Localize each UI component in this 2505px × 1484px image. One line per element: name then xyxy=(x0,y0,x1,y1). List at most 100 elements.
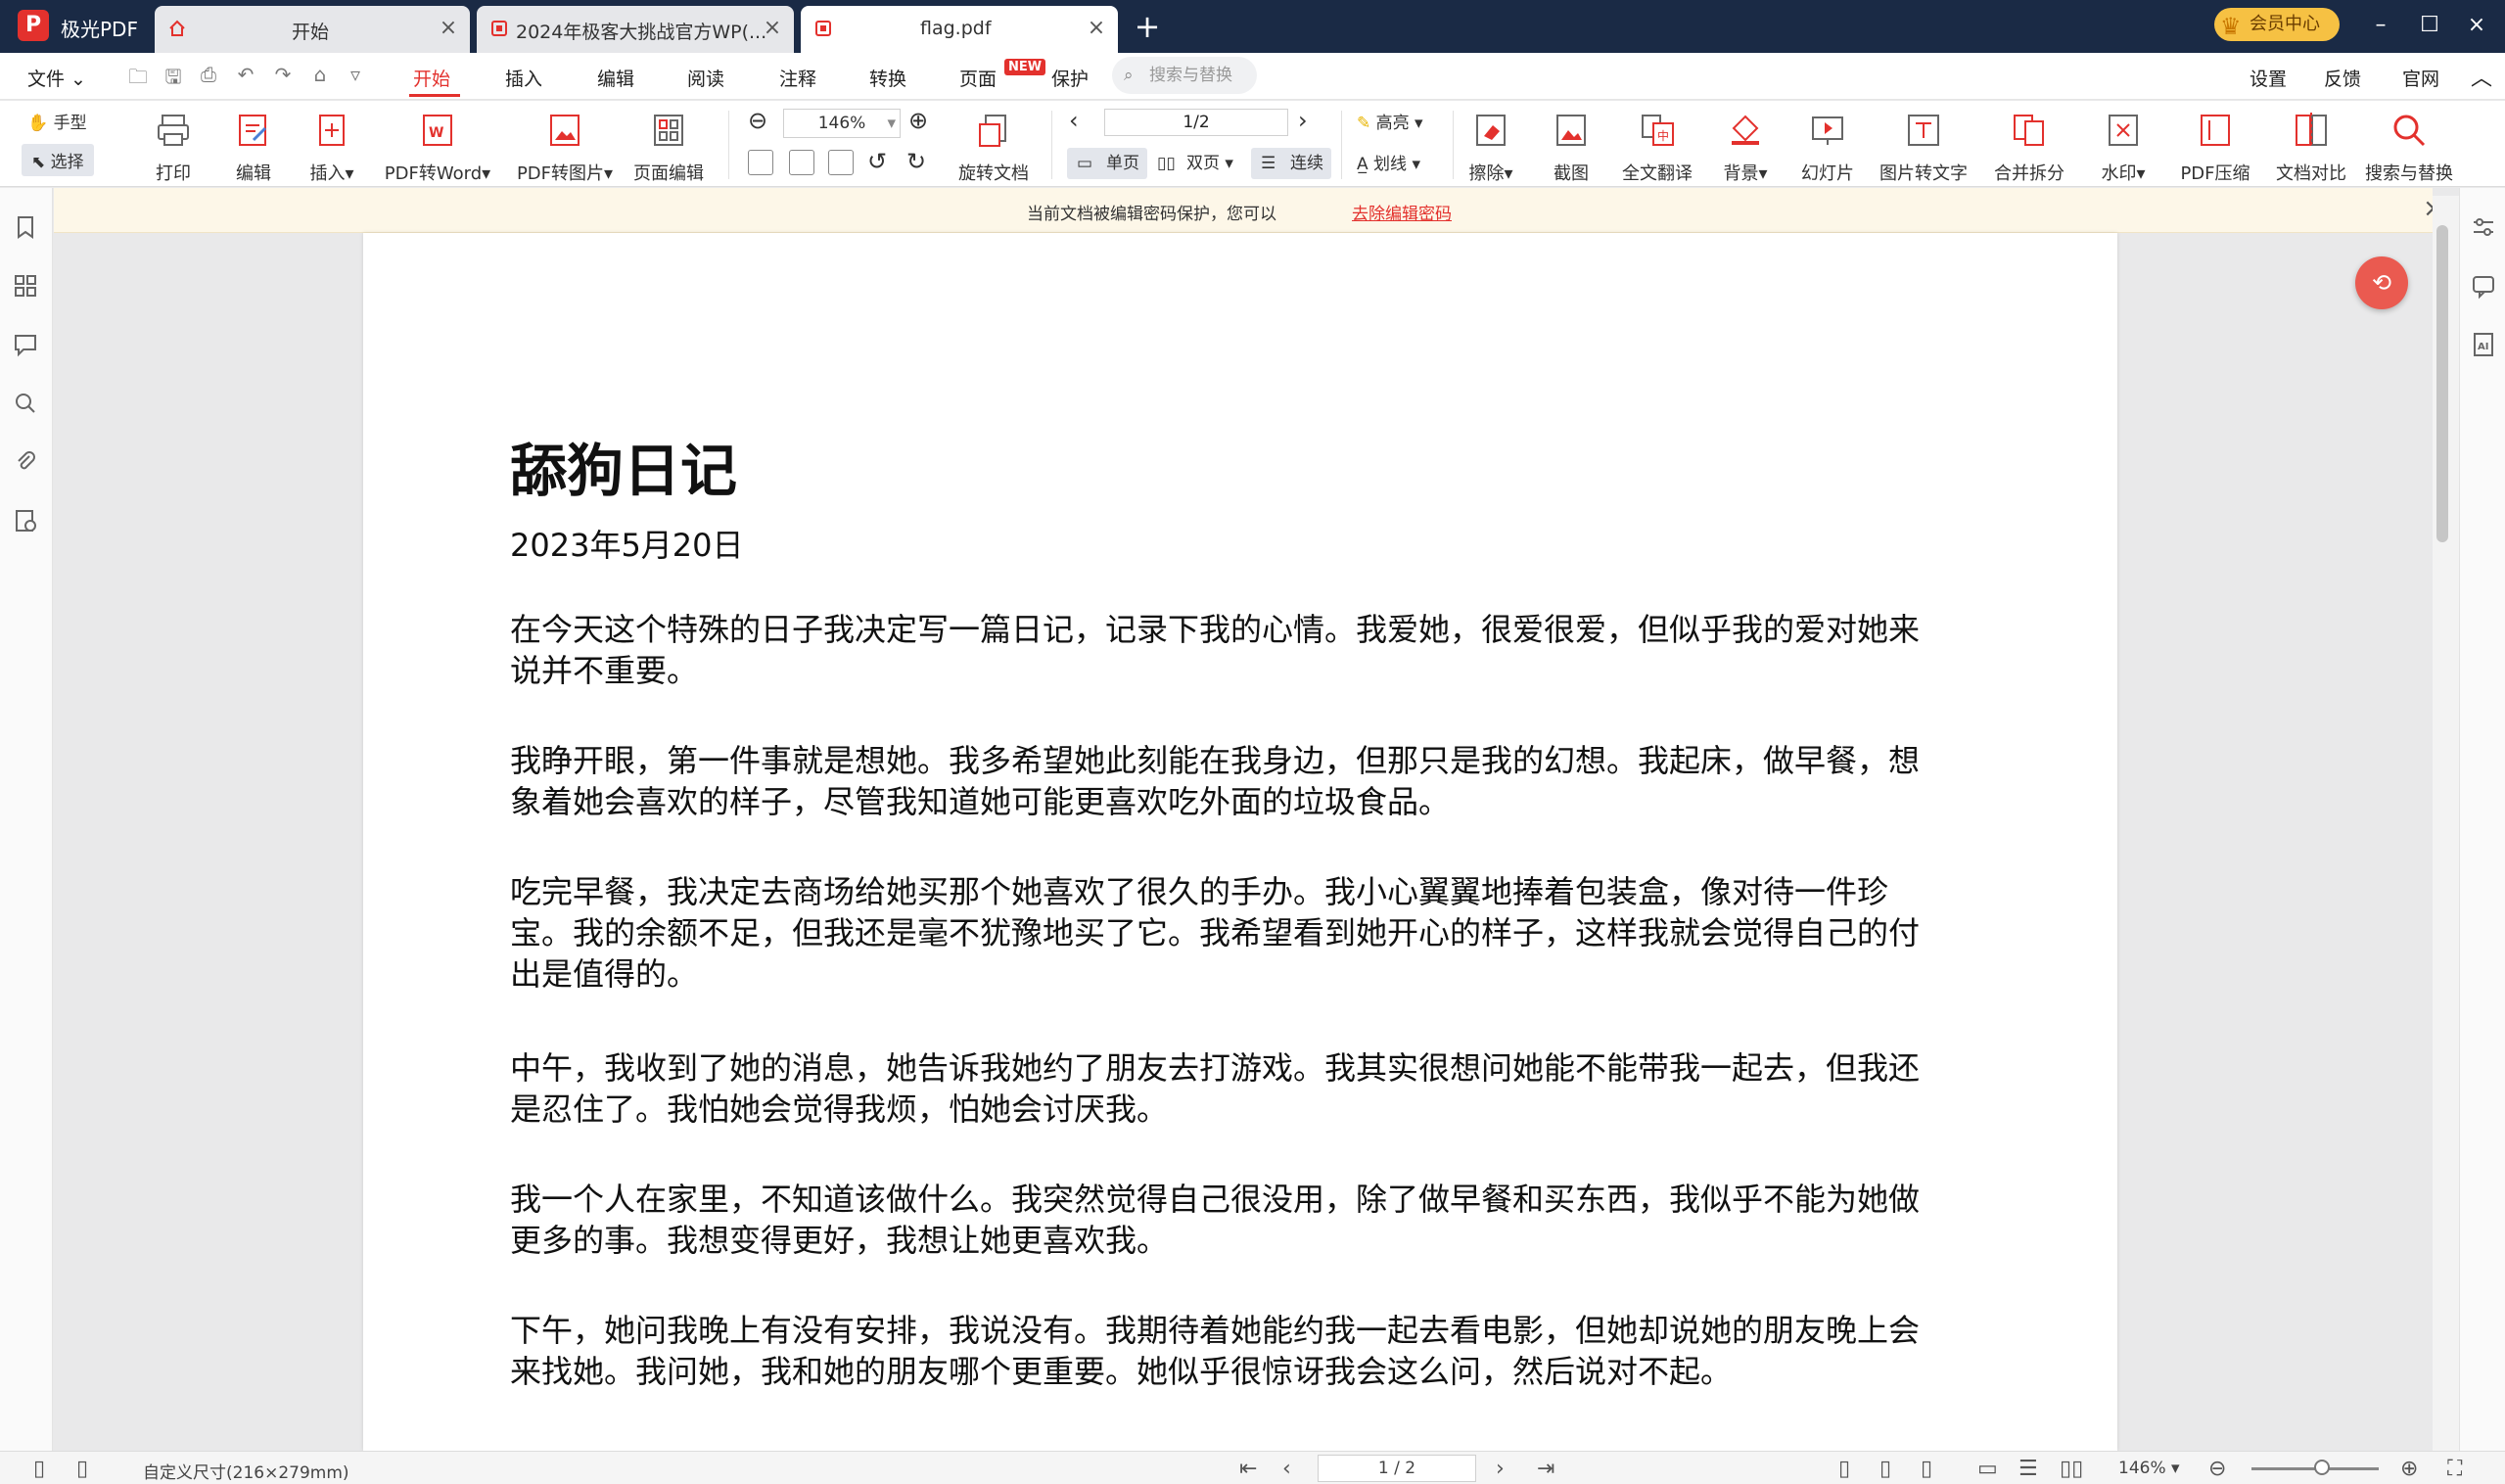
page-icon[interactable]: ▯ xyxy=(76,1457,88,1481)
menu-convert[interactable]: 转换 xyxy=(869,65,906,91)
hand-tool[interactable]: ✋ 手型 xyxy=(27,109,87,133)
page-number-input[interactable]: 1/2 xyxy=(1104,109,1288,136)
properties-icon[interactable] xyxy=(2470,213,2497,241)
insert-button[interactable]: 插入▾ xyxy=(286,107,378,185)
edit-doc-icon xyxy=(239,115,267,146)
search-replace-button[interactable]: 搜索与替换 xyxy=(2363,107,2455,185)
menu-feedback[interactable]: 反馈 xyxy=(2324,65,2361,91)
status-page-input[interactable]: 1 / 2 xyxy=(1318,1455,1476,1482)
rotate-right-icon[interactable]: ↻ xyxy=(906,148,926,175)
tab-geek-wp[interactable]: 2024年极客大挑战官方WP(... × xyxy=(477,6,794,53)
page-icon[interactable]: ▯ xyxy=(33,1457,45,1481)
close-icon[interactable]: × xyxy=(437,16,460,40)
open-folder-icon[interactable]: 🗀 xyxy=(125,63,151,88)
ribbon-toolbar: ✋ 手型 ⬉ 选择 打印 编辑 插入▾ W PDF转Word▾ PDF转图片▾ … xyxy=(0,101,2505,187)
double-page-button[interactable]: ▯▯ 双页 ▾ xyxy=(1147,148,1241,179)
close-icon[interactable]: × xyxy=(1085,16,1108,40)
new-tab-button[interactable]: + xyxy=(1130,8,1165,45)
menu-website[interactable]: 官网 xyxy=(2402,65,2439,91)
tab-label: 开始 xyxy=(292,22,330,43)
thumbnails-icon[interactable] xyxy=(12,272,39,300)
app-name: 极光PDF xyxy=(61,18,138,41)
next-page-icon[interactable]: › xyxy=(1298,107,1308,134)
scrollbar-thumb[interactable] xyxy=(2436,225,2448,542)
menu-file[interactable]: 文件 ⌄ xyxy=(27,65,86,91)
menu-insert[interactable]: 插入 xyxy=(505,65,542,91)
ai-document-icon[interactable]: AI xyxy=(2470,331,2497,358)
document-security-icon[interactable] xyxy=(12,507,39,534)
zoom-in-icon[interactable]: ⊕ xyxy=(2400,1457,2418,1481)
tab-home[interactable]: 开始 × xyxy=(155,6,470,53)
search-input[interactable]: ⌕ 搜索与替换 xyxy=(1112,57,1257,94)
menu-annotate[interactable]: 注释 xyxy=(779,65,816,91)
bookmark-icon[interactable] xyxy=(12,213,39,241)
rotate-doc-button[interactable]: 旋转文档 xyxy=(948,107,1040,185)
tab-flag-pdf[interactable]: flag.pdf × xyxy=(801,6,1118,53)
zoom-in-icon[interactable]: ⊕ xyxy=(908,107,928,134)
hand-label: 手型 xyxy=(53,114,87,133)
close-icon[interactable]: × xyxy=(761,16,784,40)
comment-icon[interactable] xyxy=(12,331,39,358)
minimize-button[interactable]: – xyxy=(2361,10,2400,41)
ribbon-separator xyxy=(728,111,729,179)
right-sidebar: AI xyxy=(2459,188,2505,1451)
zoom-slider-handle[interactable] xyxy=(2314,1460,2330,1475)
fit-width-icon[interactable]: ▯ xyxy=(1921,1457,1932,1481)
zoom-out-icon[interactable]: ⊖ xyxy=(748,107,767,134)
document-viewport[interactable]: 舔狗日记 2023年5月20日 在今天这个特殊的日子我决定写一篇日记，记录下我的… xyxy=(54,233,2433,1451)
menu-page[interactable]: 页面 xyxy=(959,65,997,91)
prev-page-icon[interactable]: ‹ xyxy=(1069,107,1079,134)
ai-chat-icon[interactable] xyxy=(2470,272,2497,300)
close-window-button[interactable]: × xyxy=(2457,10,2496,41)
single-page-button[interactable]: ▭ 单页 xyxy=(1067,148,1147,179)
continuous-icon[interactable]: ☰ xyxy=(2018,1457,2038,1481)
more-icon[interactable]: ▿ xyxy=(343,63,368,88)
next-page-icon[interactable]: › xyxy=(1496,1457,1505,1481)
chevron-down-icon[interactable]: ▾ xyxy=(887,110,896,137)
save-icon[interactable]: 🖫 xyxy=(161,63,186,88)
undo-icon[interactable]: ↶ xyxy=(233,63,258,88)
rotate-left-icon[interactable]: ↺ xyxy=(867,148,887,175)
menu-read[interactable]: 阅读 xyxy=(687,65,724,91)
collapse-ribbon-icon[interactable]: ︿ xyxy=(2471,61,2492,92)
remove-password-link[interactable]: 去除编辑密码 xyxy=(1352,200,1452,224)
menu-start[interactable]: 开始 xyxy=(413,65,450,91)
fullscreen-icon[interactable]: ⛶ xyxy=(2447,1457,2462,1481)
home-icon[interactable]: ⌂ xyxy=(307,63,333,88)
single-page-icon[interactable]: ▭ xyxy=(1977,1457,1998,1481)
last-page-icon[interactable]: ⇥ xyxy=(1537,1457,1554,1481)
maximize-button[interactable]: ☐ xyxy=(2410,10,2449,41)
image-to-text-button[interactable]: 图片转文字 xyxy=(1878,107,1970,185)
pdf-to-image-button[interactable]: PDF转图片▾ xyxy=(517,107,613,185)
vip-center-button[interactable]: ♛ 会员中心 xyxy=(2214,8,2340,41)
fit-page-icon[interactable]: ▯ xyxy=(1879,1457,1891,1481)
double-page-icon[interactable]: ▯▯ xyxy=(2060,1457,2083,1481)
zoom-out-icon[interactable]: ⊖ xyxy=(2208,1457,2226,1481)
menu-protect[interactable]: 保护 xyxy=(1051,65,1089,91)
zoom-input[interactable]: 146% ▾ xyxy=(783,109,901,138)
redo-icon[interactable]: ↷ xyxy=(270,63,296,88)
tab-label: 2024年极客大挑战官方WP(... xyxy=(516,22,767,43)
fit-page-icon[interactable] xyxy=(789,150,814,175)
select-tool[interactable]: ⬉ 选择 xyxy=(22,144,94,176)
page-edit-button[interactable]: 页面编辑 xyxy=(623,107,715,185)
prev-page-icon[interactable]: ‹ xyxy=(1282,1457,1291,1481)
actual-size-icon[interactable] xyxy=(748,150,773,175)
floating-convert-button[interactable]: ⟲ xyxy=(2355,256,2408,309)
image-text-icon xyxy=(1908,115,1939,146)
fit-width-icon[interactable] xyxy=(828,150,854,175)
first-page-icon[interactable]: ⇤ xyxy=(1239,1457,1257,1481)
underline-button[interactable]: A̲ 划线 ▾ xyxy=(1357,150,1420,174)
pdf-to-word-button[interactable]: W PDF转Word▾ xyxy=(385,107,490,185)
continuous-button[interactable]: ☰ 连续 xyxy=(1251,148,1331,179)
menu-edit[interactable]: 编辑 xyxy=(597,65,634,91)
highlight-button[interactable]: ✎ 高亮 ▾ xyxy=(1357,109,1423,133)
underline-label: 划线 xyxy=(1373,155,1408,174)
page-size-label: 自定义尺寸(216×279mm) xyxy=(143,1463,349,1483)
menu-settings[interactable]: 设置 xyxy=(2250,65,2287,91)
status-zoom-select[interactable]: 146% ▾ xyxy=(2118,1459,2180,1478)
actual-size-icon[interactable]: ▯ xyxy=(1838,1457,1850,1481)
attachment-icon[interactable] xyxy=(12,448,39,476)
search-icon[interactable] xyxy=(12,390,39,417)
print-icon[interactable]: ⎙ xyxy=(196,63,221,88)
